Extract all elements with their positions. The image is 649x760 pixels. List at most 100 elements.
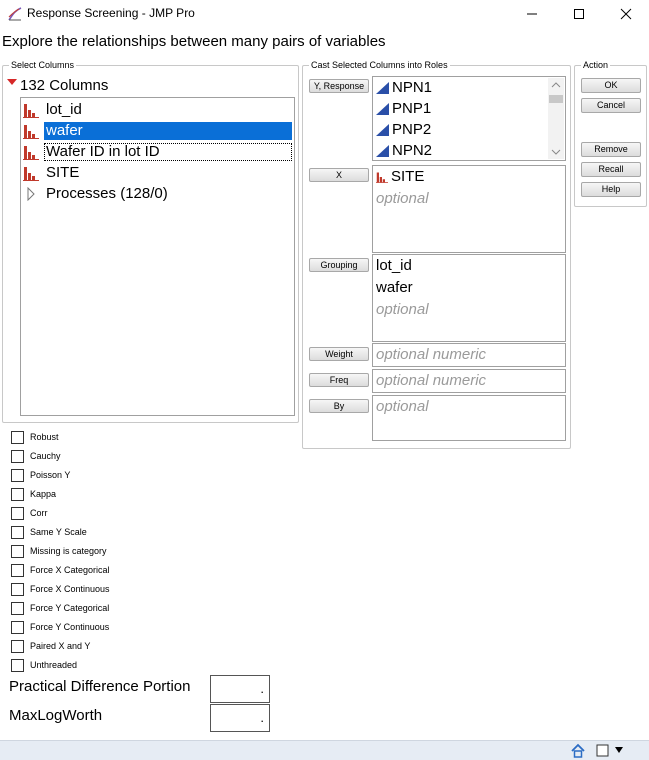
- column-item-wafer-id-in-lot-id[interactable]: Wafer ID in lot ID: [23, 142, 292, 162]
- grouping-list[interactable]: lot_id wafer optional: [372, 254, 566, 342]
- y-item-pnp1[interactable]: PNP1: [376, 99, 431, 119]
- weight-button[interactable]: Weight: [309, 347, 369, 361]
- column-list[interactable]: lot_id wafer Wafer ID in lot ID SITE Pro…: [20, 97, 295, 416]
- column-item-lot-id[interactable]: lot_id: [23, 100, 84, 120]
- force-y-categorical-checkbox[interactable]: Force Y Categorical: [11, 601, 109, 615]
- by-button[interactable]: By: [309, 399, 369, 413]
- x-list[interactable]: SITE optional: [372, 165, 566, 253]
- cauchy-checkbox[interactable]: Cauchy: [11, 449, 61, 463]
- checkbox-label: Cauchy: [30, 451, 61, 461]
- nominal-icon: [376, 172, 388, 183]
- checkbox-box[interactable]: [11, 544, 24, 558]
- robust-checkbox[interactable]: Robust: [11, 430, 59, 444]
- y-response-button[interactable]: Y, Response: [309, 79, 369, 93]
- column-item-label: Wafer ID in lot ID: [44, 143, 292, 161]
- checkbox-box[interactable]: [11, 487, 24, 501]
- checkbox-box[interactable]: [11, 601, 24, 615]
- role-item-label: NPN1: [392, 79, 433, 96]
- checkbox-box[interactable]: [11, 468, 24, 482]
- y-item-pnp2[interactable]: PNP2: [376, 120, 431, 140]
- max-log-worth-input[interactable]: .: [210, 704, 270, 732]
- grouping-button[interactable]: Grouping: [309, 258, 369, 272]
- paired-x-and-y-checkbox[interactable]: Paired X and Y: [11, 639, 90, 653]
- grouping-item-lot-id[interactable]: lot_id: [376, 256, 412, 276]
- maximize-button[interactable]: [556, 0, 602, 28]
- column-item-label: lot_id: [46, 101, 82, 118]
- checkbox-box[interactable]: [11, 563, 24, 577]
- force-x-categorical-checkbox[interactable]: Force X Categorical: [11, 563, 110, 577]
- checkbox-label: Force X Categorical: [30, 565, 110, 575]
- minimize-button[interactable]: [509, 0, 555, 28]
- dropdown-arrow-icon[interactable]: [614, 746, 624, 754]
- action-label: Action: [581, 59, 611, 71]
- column-item-site[interactable]: SITE: [23, 163, 81, 183]
- missing-is-category-checkbox[interactable]: Missing is category: [11, 544, 107, 558]
- title-bar: Response Screening - JMP Pro: [0, 0, 649, 28]
- ok-button[interactable]: OK: [581, 78, 641, 93]
- same-y-scale-checkbox[interactable]: Same Y Scale: [11, 525, 87, 539]
- column-item-label: wafer: [44, 122, 292, 140]
- y-item-npn1[interactable]: NPN1: [376, 78, 432, 98]
- checkbox-label: Same Y Scale: [30, 527, 87, 537]
- checkbox-box[interactable]: [11, 430, 24, 444]
- select-columns-label: Select Columns: [9, 59, 77, 71]
- checkbox-box[interactable]: [11, 525, 24, 539]
- remove-button[interactable]: Remove: [581, 142, 641, 157]
- checkbox-box[interactable]: [11, 582, 24, 596]
- column-group-processes[interactable]: Processes (128/0): [23, 184, 170, 204]
- poisson-y-checkbox[interactable]: Poisson Y: [11, 468, 70, 482]
- force-x-continuous-checkbox[interactable]: Force X Continuous: [11, 582, 110, 596]
- menu-triangle-icon[interactable]: [6, 76, 18, 88]
- recall-button[interactable]: Recall: [581, 162, 641, 177]
- y-list-scrollbar[interactable]: [548, 78, 564, 159]
- kappa-checkbox[interactable]: Kappa: [11, 487, 56, 501]
- expand-triangle-icon[interactable]: [23, 186, 39, 202]
- minimize-icon: [527, 13, 537, 15]
- checkbox-box[interactable]: [11, 620, 24, 634]
- weight-placeholder: optional numeric: [376, 346, 487, 363]
- checkbox-label: Force X Continuous: [30, 584, 110, 594]
- checkbox-box[interactable]: [11, 658, 24, 672]
- column-item-wafer[interactable]: wafer: [23, 121, 292, 141]
- checkbox-label: Robust: [30, 432, 59, 442]
- checkbox-box[interactable]: [11, 639, 24, 653]
- practical-difference-input[interactable]: .: [210, 675, 270, 703]
- scroll-thumb[interactable]: [549, 95, 563, 103]
- continuous-icon: [376, 82, 389, 94]
- checkbox-label: Poisson Y: [30, 470, 71, 480]
- freq-field[interactable]: optional numeric: [372, 369, 566, 393]
- by-list[interactable]: optional: [372, 395, 566, 441]
- continuous-icon: [376, 103, 389, 115]
- cancel-button[interactable]: Cancel: [581, 98, 641, 113]
- checkbox-label: Paired X and Y: [30, 641, 91, 651]
- checkbox-box[interactable]: [11, 506, 24, 520]
- x-button[interactable]: X: [309, 168, 369, 182]
- corr-checkbox[interactable]: Corr: [11, 506, 48, 520]
- window-title: Response Screening - JMP Pro: [27, 6, 195, 20]
- nominal-icon: [23, 125, 39, 139]
- continuous-icon: [376, 124, 389, 136]
- nominal-icon: [23, 167, 39, 181]
- y-item-npn2[interactable]: NPN2: [376, 141, 432, 161]
- scroll-up-icon[interactable]: [551, 81, 561, 89]
- grouping-item-wafer[interactable]: wafer: [376, 278, 413, 298]
- scroll-down-icon[interactable]: [551, 148, 561, 156]
- x-item-site[interactable]: SITE: [376, 167, 424, 187]
- nominal-icon: [23, 146, 39, 160]
- weight-field[interactable]: optional numeric: [372, 343, 566, 367]
- freq-button[interactable]: Freq: [309, 373, 369, 387]
- force-y-continuous-checkbox[interactable]: Force Y Continuous: [11, 620, 109, 634]
- practical-difference-label: Practical Difference Portion: [9, 678, 191, 695]
- jmp-app-icon: [8, 7, 22, 21]
- home-icon[interactable]: [570, 743, 586, 758]
- by-placeholder: optional: [376, 398, 429, 415]
- window-list-icon[interactable]: [596, 744, 610, 757]
- continuous-icon: [376, 145, 389, 157]
- role-item-label: NPN2: [392, 142, 433, 159]
- close-button[interactable]: [603, 0, 649, 28]
- y-response-list[interactable]: NPN1 PNP1 PNP2 NPN2: [372, 76, 566, 161]
- help-button[interactable]: Help: [581, 182, 641, 197]
- checkbox-label: Corr: [30, 508, 48, 518]
- checkbox-box[interactable]: [11, 449, 24, 463]
- unthreaded-checkbox[interactable]: Unthreaded: [11, 658, 77, 672]
